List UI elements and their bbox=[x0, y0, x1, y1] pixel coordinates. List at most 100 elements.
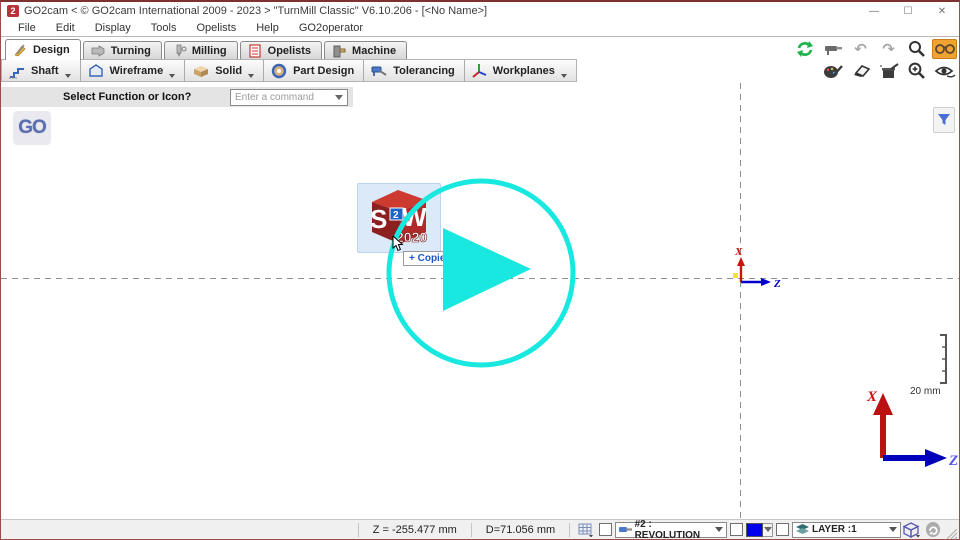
layer-selector-combobox[interactable]: LAYER :1 bbox=[792, 522, 901, 538]
origin-axis-marker: X Z bbox=[709, 243, 789, 293]
menu-display[interactable]: Display bbox=[85, 22, 141, 34]
toolgroup-workplanes[interactable]: Workplanes bbox=[465, 60, 576, 81]
menu-file[interactable]: File bbox=[8, 22, 46, 34]
zoom-in-icon bbox=[907, 62, 927, 80]
command-combobox[interactable]: Enter a command bbox=[230, 89, 348, 106]
cad-canvas[interactable]: Select Function or Icon? Enter a command… bbox=[1, 83, 959, 519]
divider bbox=[471, 523, 472, 537]
view-cube-icon bbox=[903, 522, 921, 538]
play-triangle-icon bbox=[443, 228, 531, 311]
revolution-tool-icon bbox=[619, 525, 632, 535]
sync-button[interactable] bbox=[926, 522, 941, 537]
menu-opelists[interactable]: Opelists bbox=[186, 22, 246, 34]
toolgroup-solid-label: Solid bbox=[215, 65, 242, 77]
menu-help[interactable]: Help bbox=[246, 22, 289, 34]
reading-mode-button[interactable] bbox=[932, 39, 957, 59]
axis-z-label: Z bbox=[773, 278, 781, 290]
prompt-label: Select Function or Icon? bbox=[63, 91, 191, 103]
measure-icon bbox=[823, 41, 843, 57]
toolgroup-part-design[interactable]: Part Design bbox=[264, 60, 364, 81]
tab-machine-label: Machine bbox=[352, 45, 396, 57]
tab-turning[interactable]: Turning bbox=[83, 41, 162, 60]
zoom-in-button[interactable] bbox=[904, 61, 929, 81]
menu-edit[interactable]: Edit bbox=[46, 22, 85, 34]
resize-grip[interactable] bbox=[947, 529, 957, 539]
solid-icon bbox=[191, 63, 210, 79]
shaft-icon bbox=[8, 63, 26, 79]
color-apply-checkbox[interactable] bbox=[730, 523, 743, 536]
window-title: GO2cam < © GO2cam International 2009 - 2… bbox=[24, 5, 487, 17]
measure-button[interactable] bbox=[820, 39, 845, 59]
axis-z-label: Z bbox=[948, 453, 958, 469]
app-logo-icon: 2 bbox=[7, 5, 19, 17]
palette-icon bbox=[823, 63, 843, 80]
tab-machine[interactable]: Machine bbox=[324, 41, 407, 60]
filter-button[interactable] bbox=[933, 107, 955, 133]
tab-opelists[interactable]: Opelists bbox=[240, 41, 322, 60]
turning-icon bbox=[91, 44, 106, 58]
filter-funnel-icon bbox=[937, 113, 951, 127]
chevron-down-icon bbox=[65, 74, 71, 78]
toolgroup-tolerancing[interactable]: Tolerancing bbox=[364, 60, 465, 81]
layer-apply-checkbox[interactable] bbox=[776, 523, 789, 536]
clean-up-button[interactable] bbox=[876, 61, 901, 81]
magic-bin-icon bbox=[878, 63, 900, 80]
axis-x-label: X bbox=[866, 389, 878, 405]
ribbon-toolbar: Shaft Wireframe Solid bbox=[1, 59, 577, 82]
command-combobox-value: Enter a command bbox=[235, 92, 314, 103]
geometry-selector-combobox[interactable]: #2 : REVOLUTION bbox=[615, 522, 728, 538]
window-controls: — ☐ ✕ bbox=[857, 2, 959, 20]
chevron-down-icon bbox=[889, 527, 897, 532]
eraser-button[interactable] bbox=[848, 61, 873, 81]
redo-icon: ↷ bbox=[882, 42, 895, 57]
toolgroup-solid[interactable]: Solid bbox=[185, 60, 264, 81]
maximize-button[interactable]: ☐ bbox=[891, 2, 925, 20]
wireframe-icon bbox=[87, 63, 105, 79]
toolgroup-wireframe[interactable]: Wireframe bbox=[81, 60, 186, 81]
visibility-button[interactable] bbox=[932, 61, 957, 81]
toolgroup-wireframe-label: Wireframe bbox=[110, 65, 164, 77]
color-dropdown-button[interactable] bbox=[763, 523, 774, 537]
sync-arrow-icon bbox=[928, 525, 938, 535]
z-coordinate-readout: Z = -255.477 mm bbox=[365, 524, 465, 536]
close-button[interactable]: ✕ bbox=[925, 2, 959, 20]
current-color-swatch[interactable] bbox=[746, 523, 763, 537]
redo-button[interactable]: ↷ bbox=[876, 39, 901, 59]
undo-button[interactable]: ↶ bbox=[848, 39, 873, 59]
menubar: File Edit Display Tools Opelists Help GO… bbox=[1, 20, 959, 37]
geometry-visibility-checkbox[interactable] bbox=[599, 523, 612, 536]
go-assistant-button[interactable]: GO bbox=[13, 111, 51, 145]
toolgroup-shaft[interactable]: Shaft bbox=[2, 60, 81, 81]
machine-icon bbox=[332, 44, 347, 58]
tab-milling[interactable]: Milling bbox=[164, 41, 238, 60]
tolerancing-icon bbox=[370, 63, 388, 79]
menu-tools[interactable]: Tools bbox=[141, 22, 187, 34]
toolgroup-part-design-label: Part Design bbox=[293, 65, 354, 77]
render-options-button[interactable] bbox=[820, 61, 845, 81]
zoom-button[interactable] bbox=[904, 39, 929, 59]
toolgroup-tolerancing-label: Tolerancing bbox=[393, 65, 455, 77]
menu-go2operator[interactable]: GO2operator bbox=[289, 22, 373, 34]
ribbon-tabs: Design Turning Milling bbox=[5, 39, 409, 60]
regenerate-button[interactable] bbox=[792, 39, 817, 59]
grid-toggle-button[interactable] bbox=[578, 523, 594, 537]
toolgroup-shaft-label: Shaft bbox=[31, 65, 59, 77]
tab-milling-label: Milling bbox=[192, 45, 227, 57]
minimize-button[interactable]: — bbox=[857, 2, 891, 20]
opelists-icon bbox=[248, 44, 263, 58]
glasses-icon bbox=[935, 43, 955, 55]
grid-icon bbox=[578, 523, 594, 537]
view-cube-button[interactable] bbox=[903, 522, 921, 538]
axis-x-label: X bbox=[734, 246, 743, 258]
app-window: 2 GO2cam < © GO2cam International 2009 -… bbox=[0, 0, 960, 540]
divider bbox=[569, 523, 570, 537]
tab-design-label: Design bbox=[33, 44, 70, 56]
tab-design[interactable]: Design bbox=[5, 39, 81, 60]
quick-toolbar: ↶ ↷ bbox=[792, 39, 957, 81]
workplanes-icon bbox=[471, 63, 488, 79]
ribbon-header: Design Turning Milling bbox=[1, 37, 959, 83]
construction-axis-vertical bbox=[740, 83, 741, 519]
zoom-icon bbox=[907, 40, 927, 58]
milling-icon bbox=[172, 44, 187, 58]
video-play-overlay[interactable] bbox=[384, 177, 580, 373]
